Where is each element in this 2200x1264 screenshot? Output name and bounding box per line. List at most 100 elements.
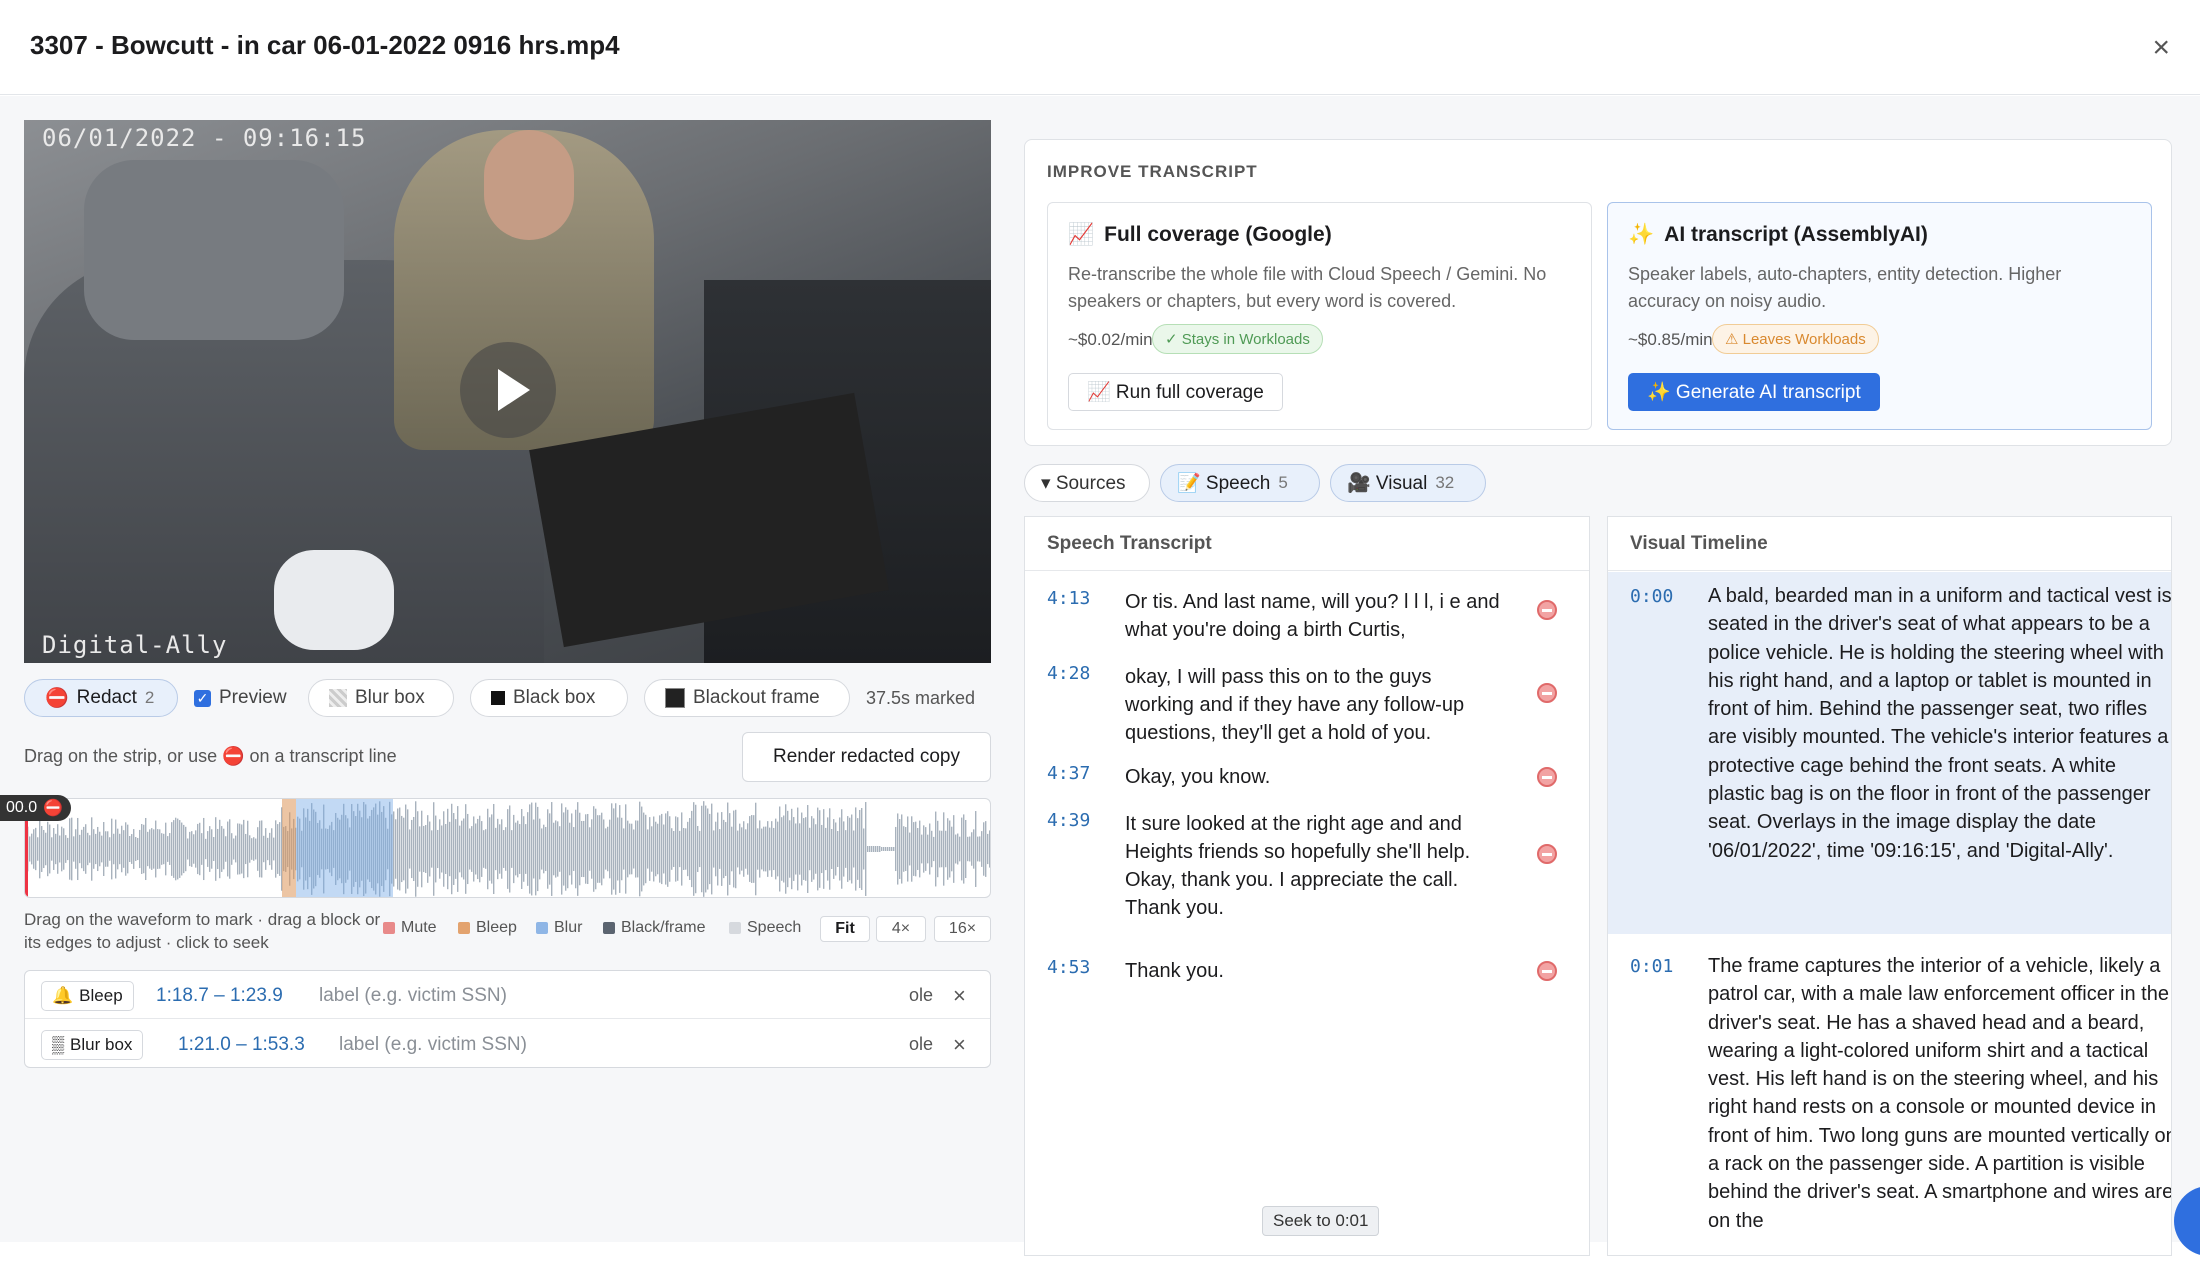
waveform-bar — [829, 808, 831, 890]
play-icon[interactable] — [460, 342, 556, 438]
waveform-strip[interactable] — [24, 798, 991, 898]
waveform-bar — [417, 811, 419, 887]
waveform-bar — [439, 819, 441, 879]
line-time[interactable]: 4:13 — [1047, 588, 1090, 609]
chart-icon: 📈 — [1068, 223, 1095, 246]
waveform-bar — [31, 833, 33, 865]
visual-row[interactable]: 0:01 The frame captures the interior of … — [1608, 934, 2171, 1264]
remove-icon[interactable]: × — [953, 983, 966, 1009]
waveform-bar — [845, 830, 847, 868]
transcript-line[interactable]: 4:13 Or tis. And last name, will you? l … — [1025, 588, 1589, 658]
waveform-bar — [407, 809, 409, 889]
visual-chip-label: 🎥 Visual — [1347, 473, 1428, 494]
video-headrest-shape — [84, 160, 344, 340]
render-redacted-button[interactable]: Render redacted copy — [742, 732, 991, 782]
waveform-bar — [965, 819, 967, 879]
waveform-bar — [741, 827, 743, 871]
redaction-type-label: Blur box — [70, 1035, 133, 1054]
waveform-bar — [253, 837, 255, 861]
zoom-fit-button[interactable]: Fit — [820, 916, 870, 942]
visual-row[interactable]: 0:00 A bald, bearded man in a uniform an… — [1608, 572, 2172, 934]
redaction-row[interactable]: 🔔 Bleep 1:18.7 – 1:23.9 label (e.g. vict… — [25, 971, 990, 1019]
waveform-bar — [869, 846, 871, 852]
waveform-bar — [897, 813, 899, 885]
redaction-range[interactable]: 1:21.0 – 1:53.3 — [178, 1034, 305, 1056]
waveform-bar — [419, 826, 421, 872]
zoom-16x-button[interactable]: 16× — [934, 916, 991, 942]
close-icon[interactable]: × — [2152, 30, 2170, 66]
blackout-frame-button[interactable]: Blackout frame — [644, 679, 850, 717]
visual-chip[interactable]: 🎥 Visual 32 — [1330, 464, 1486, 502]
black-box-button[interactable]: Black box — [470, 679, 628, 717]
waveform-bar — [611, 803, 613, 895]
redact-line-icon[interactable] — [1537, 844, 1557, 864]
redaction-type-blur[interactable]: ▒ Blur box — [41, 1030, 144, 1060]
preview-toggle[interactable]: ✓ Preview — [194, 679, 294, 717]
redact-line-icon[interactable] — [1537, 683, 1557, 703]
waveform-bar — [269, 832, 271, 866]
redaction-label-input[interactable]: label (e.g. victim SSN) — [339, 1034, 527, 1056]
waveform-bar — [583, 820, 585, 878]
line-time[interactable]: 4:37 — [1047, 763, 1090, 784]
waveform-bar — [767, 821, 769, 877]
line-time[interactable]: 4:39 — [1047, 810, 1090, 831]
redaction-range[interactable]: 1:18.7 – 1:23.9 — [156, 985, 283, 1007]
remove-icon[interactable]: × — [953, 1032, 966, 1058]
line-time[interactable]: 4:28 — [1047, 663, 1090, 684]
waveform-bar — [427, 815, 429, 883]
transcript-line[interactable]: 4:53 Thank you. — [1025, 957, 1589, 997]
waveform-bar — [797, 807, 799, 891]
floating-action-button[interactable] — [2174, 1186, 2200, 1256]
redaction-row[interactable]: ▒ Blur box 1:21.0 – 1:53.3 label (e.g. v… — [25, 1020, 990, 1068]
waveform-bar — [677, 817, 679, 881]
video-player[interactable]: 06/01/2022 - 09:16:15 Digital-Ally — [24, 120, 991, 663]
blur-box-button[interactable]: Blur box — [308, 679, 454, 717]
blur-box-label: Blur box — [355, 687, 425, 708]
legend-blur: Blur — [536, 919, 582, 937]
waveform-bar — [441, 825, 443, 873]
transcript-line[interactable]: 4:39 It sure looked at the right age and… — [1025, 810, 1589, 930]
redaction-label-input[interactable]: label (e.g. victim SSN) — [319, 985, 507, 1007]
waveform-bar — [401, 815, 403, 883]
redact-line-icon[interactable] — [1537, 600, 1557, 620]
waveform-bar — [883, 847, 885, 851]
zoom-4x-button[interactable]: 4× — [876, 916, 926, 942]
waveform-bar — [963, 814, 965, 884]
waveform-bar — [821, 824, 823, 874]
redaction-role[interactable]: ole — [909, 1034, 933, 1055]
waveform-bar — [107, 831, 109, 867]
redaction-type-bleep[interactable]: 🔔 Bleep — [41, 981, 134, 1011]
transcript-line[interactable]: 4:37 Okay, you know. — [1025, 763, 1589, 803]
visual-time[interactable]: 0:01 — [1630, 956, 1673, 977]
run-full-coverage-button[interactable]: 📈 Run full coverage — [1068, 373, 1283, 411]
waveform-bar — [59, 835, 61, 863]
waveform-bar — [37, 837, 39, 861]
video-timestamp-overlay: 06/01/2022 - 09:16:15 — [42, 124, 367, 152]
blur-block[interactable] — [296, 799, 393, 897]
waveform-bar — [613, 808, 615, 890]
line-time[interactable]: 4:53 — [1047, 957, 1090, 978]
speech-chip[interactable]: 📝 Speech 5 — [1160, 464, 1320, 502]
waveform-bar — [151, 828, 153, 870]
waveform-hint: Drag on the waveform to mark · drag a bl… — [24, 910, 381, 952]
waveform-bar — [547, 809, 549, 889]
redact-line-icon[interactable] — [1537, 767, 1557, 787]
waveform-bar — [637, 820, 639, 878]
generate-ai-transcript-button[interactable]: ✨ Generate AI transcript — [1628, 373, 1880, 411]
waveform-bar — [895, 826, 897, 872]
preview-checkbox[interactable]: ✓ — [194, 689, 211, 707]
waveform-bar — [51, 837, 53, 861]
waveform-bar — [473, 816, 475, 882]
waveform-graphic — [25, 801, 990, 897]
waveform-bar — [807, 805, 809, 893]
transcript-line[interactable]: 4:28 okay, I will pass this on to the gu… — [1025, 663, 1589, 753]
waveform-bar — [687, 821, 689, 877]
redaction-role[interactable]: ole — [909, 985, 933, 1006]
redact-toggle[interactable]: ⛔ Redact 2 — [24, 679, 178, 717]
sources-chip[interactable]: ▾ Sources — [1024, 464, 1150, 502]
visual-time[interactable]: 0:00 — [1630, 586, 1673, 607]
redact-line-icon[interactable] — [1537, 961, 1557, 981]
bleep-block[interactable] — [282, 799, 296, 897]
waveform-bar — [769, 827, 771, 871]
waveform-bar — [533, 819, 535, 879]
